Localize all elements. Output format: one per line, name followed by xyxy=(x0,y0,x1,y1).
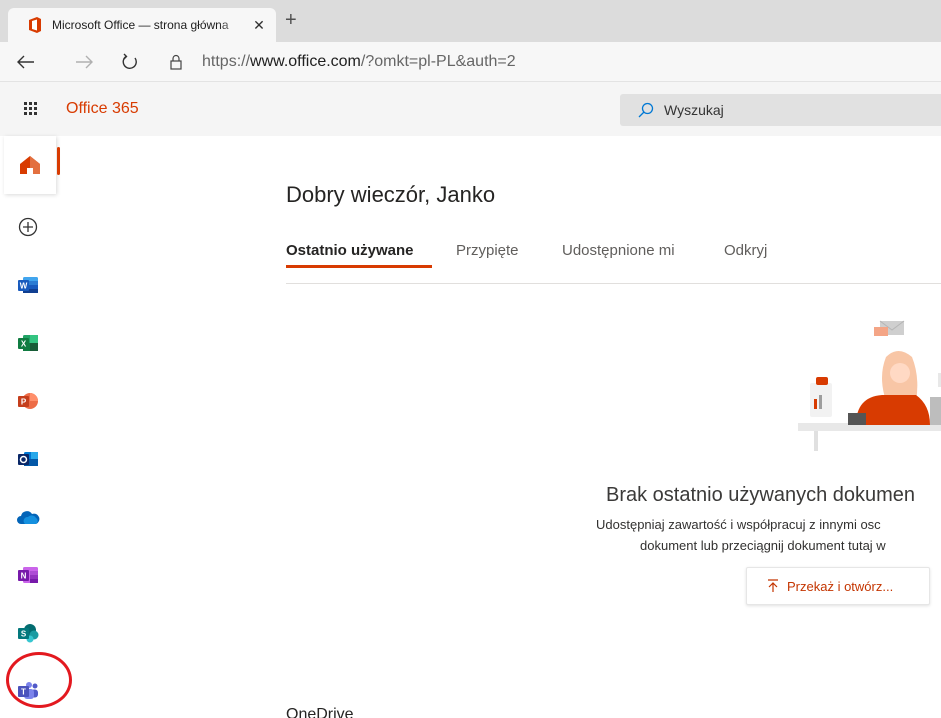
url-host: www.office.com xyxy=(250,53,361,70)
app-rail: W X P N S T xyxy=(0,136,56,718)
excel-icon: X xyxy=(18,335,38,351)
svg-text:S: S xyxy=(21,630,27,639)
empty-state-title: Brak ostatnio używanych dokumen xyxy=(606,484,916,506)
annotation-circle xyxy=(6,652,72,708)
svg-text:N: N xyxy=(21,572,27,581)
excel-button[interactable]: X xyxy=(0,314,56,372)
onedrive-button[interactable] xyxy=(0,488,56,546)
forward-arrow-icon[interactable] xyxy=(72,50,96,74)
onenote-icon: N xyxy=(18,567,38,583)
office-favicon-icon xyxy=(29,17,41,33)
onedrive-icon xyxy=(17,511,40,524)
search-placeholder: Wyszukaj xyxy=(664,102,724,118)
lock-icon xyxy=(170,54,182,70)
close-tab-icon[interactable]: ✕ xyxy=(252,17,266,34)
tab-discover[interactable]: Odkryj xyxy=(724,242,767,259)
empty-state-illustration xyxy=(798,320,941,451)
browser-tab-strip: Microsoft Office — strona główna ✕ + xyxy=(0,0,941,42)
sharepoint-icon: S xyxy=(18,624,39,643)
powerpoint-icon: P xyxy=(18,393,38,409)
refresh-icon[interactable] xyxy=(118,50,142,74)
page-title: Dobry wieczór, Janko xyxy=(286,182,496,207)
browser-tab-title: Microsoft Office — strona główna xyxy=(52,18,229,32)
section-heading-onedrive: OneDrive xyxy=(286,706,354,718)
upload-button-label: Przekaż i otwórz... xyxy=(787,578,894,594)
browser-toolbar: https://www.office.com/?omkt=pl-PL&auth=… xyxy=(0,42,941,82)
new-tab-icon[interactable]: + xyxy=(285,10,297,30)
browser-tab[interactable]: Microsoft Office — strona główna ✕ xyxy=(8,8,276,42)
home-button[interactable] xyxy=(4,136,56,194)
outlook-button[interactable] xyxy=(0,430,56,488)
active-tab-underline xyxy=(286,265,432,268)
tab-recent[interactable]: Ostatnio używane xyxy=(286,242,414,259)
home-icon xyxy=(20,156,40,174)
upload-open-button[interactable]: Przekaż i otwórz... xyxy=(746,567,930,605)
tab-pinned[interactable]: Przypięte xyxy=(456,242,519,259)
empty-state-description-line2: dokument lub przeciągnij dokument tutaj … xyxy=(640,538,886,553)
back-arrow-icon[interactable] xyxy=(14,50,38,74)
powerpoint-button[interactable]: P xyxy=(0,372,56,430)
search-icon xyxy=(638,102,654,118)
svg-text:X: X xyxy=(21,340,27,349)
tabs-divider xyxy=(286,283,941,284)
app-launcher-icon[interactable] xyxy=(24,102,38,116)
onenote-button[interactable]: N xyxy=(0,546,56,604)
svg-text:P: P xyxy=(21,398,27,407)
tab-shared[interactable]: Udostępnione mi xyxy=(562,242,675,259)
active-indicator xyxy=(57,147,60,175)
search-input[interactable]: Wyszukaj xyxy=(620,94,941,126)
create-icon xyxy=(18,217,38,237)
empty-state-description: Udostępniaj zawartość i współpracuj z in… xyxy=(596,517,881,532)
upload-arrow-icon xyxy=(768,579,778,592)
address-bar[interactable]: https://www.office.com/?omkt=pl-PL&auth=… xyxy=(168,51,516,73)
word-button[interactable]: W xyxy=(0,256,56,314)
outlook-icon xyxy=(18,452,38,466)
url-scheme: https:// xyxy=(202,53,251,70)
url-path: /?omkt=pl-PL&auth=2 xyxy=(360,53,516,70)
create-button[interactable] xyxy=(0,198,56,256)
word-icon: W xyxy=(18,277,38,293)
office-brand[interactable]: Office 365 xyxy=(66,100,139,118)
office-header: Office 365 Wyszukaj xyxy=(0,82,941,136)
svg-text:W: W xyxy=(20,282,28,291)
